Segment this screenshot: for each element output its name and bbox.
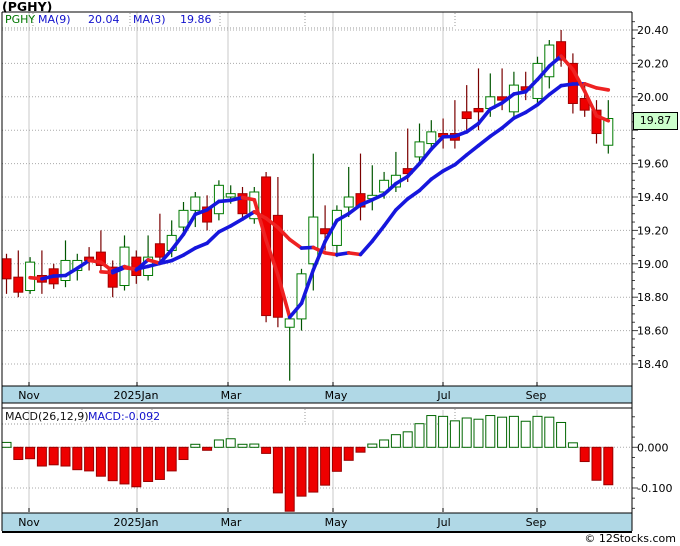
svg-text:Mar: Mar: [221, 389, 242, 402]
svg-text:19.40: 19.40: [637, 191, 669, 204]
svg-text:Nov: Nov: [18, 389, 40, 402]
last-price-badge: 19.87: [633, 112, 678, 130]
svg-text:2025Jan: 2025Jan: [114, 516, 159, 529]
legend-ma3-value: 19.86: [180, 13, 212, 26]
svg-text:Sep: Sep: [526, 389, 547, 402]
macd-histogram: [1, 415, 614, 512]
svg-text:20.40: 20.40: [637, 24, 669, 37]
stock-chart-page: Nov Nov 2025Jan 2025Jan Mar Mar May May Jul Jul Se…: [0, 0, 680, 546]
svg-text:Sep: Sep: [526, 516, 547, 529]
svg-text:May: May: [325, 389, 348, 402]
svg-text:Jul: Jul: [436, 389, 450, 402]
svg-text:19.00: 19.00: [637, 258, 669, 271]
svg-text:20.20: 20.20: [637, 57, 669, 70]
svg-text:Mar: Mar: [221, 516, 242, 529]
y-axis: 20.40 20.20 20.00 19.60 19.40 19.20 19.00 18.80…: [632, 21, 672, 509]
svg-text:-0.100: -0.100: [637, 482, 672, 495]
svg-text:19.20: 19.20: [637, 224, 669, 237]
legend-symbol: PGHY: [5, 13, 36, 26]
macd-legend-label: MACD(26,12,9): [5, 410, 89, 423]
svg-text:0.000: 0.000: [637, 441, 669, 454]
legend-ma3-label: MA(3): [133, 13, 166, 26]
legend-ma9-value: 20.04: [88, 13, 120, 26]
svg-text:Nov: Nov: [18, 516, 40, 529]
svg-text:18.80: 18.80: [637, 291, 669, 304]
candles-layer: [1, 30, 614, 381]
svg-text:2025Jan: 2025Jan: [114, 389, 159, 402]
candlestick-macd-chart: Nov Nov 2025Jan 2025Jan Mar Mar May May Jul Jul Se…: [1, 11, 672, 533]
watermark: © 12Stocks.com: [584, 532, 676, 545]
legend-ma9-label: MA(9): [38, 13, 71, 26]
svg-text:19.60: 19.60: [637, 158, 669, 171]
page-title: (PGHY): [2, 0, 53, 14]
svg-text:Jul: Jul: [436, 516, 450, 529]
macd-legend-value: MACD:-0.092: [88, 410, 161, 423]
svg-text:May: May: [325, 516, 348, 529]
svg-text:18.60: 18.60: [637, 325, 669, 338]
svg-text:18.40: 18.40: [637, 358, 669, 371]
svg-text:20.00: 20.00: [637, 91, 669, 104]
